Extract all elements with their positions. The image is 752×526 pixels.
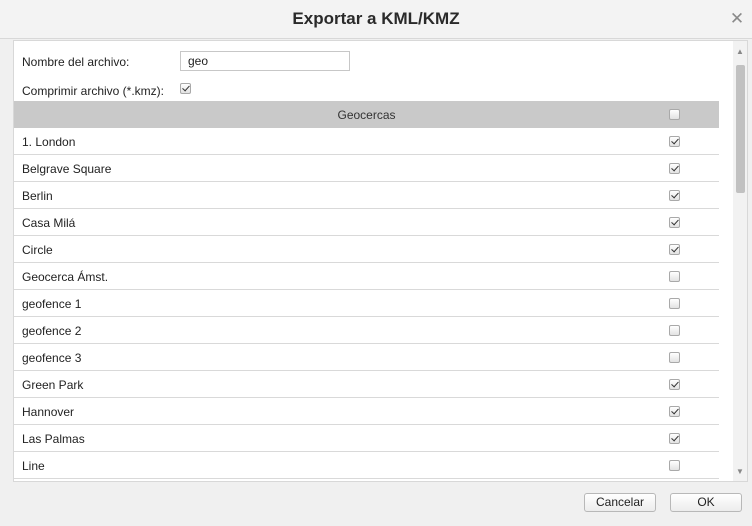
geofence-name: Casa Milá xyxy=(22,216,76,230)
table-row[interactable]: Berlin xyxy=(14,182,719,209)
geofence-name: Belgrave Square xyxy=(22,162,112,176)
dialog-titlebar: Exportar a KML/KMZ ✕ xyxy=(0,0,752,39)
table-row[interactable]: geofence 2 xyxy=(14,317,719,344)
dialog-content: Nombre del archivo: Comprimir archivo (*… xyxy=(13,40,748,482)
geofence-checkbox[interactable] xyxy=(669,163,680,174)
table-row[interactable]: Line xyxy=(14,452,719,479)
filename-label: Nombre del archivo: xyxy=(22,55,130,69)
geofence-checkbox[interactable] xyxy=(669,460,680,471)
table-row[interactable]: geofence 1 xyxy=(14,290,719,317)
geofence-name: Berlin xyxy=(22,189,53,203)
table-row[interactable]: geofence 3 xyxy=(14,344,719,371)
filename-input[interactable] xyxy=(180,51,350,71)
table-row[interactable]: Casa Milá xyxy=(14,209,719,236)
geofence-checkbox[interactable] xyxy=(669,325,680,336)
close-icon[interactable]: ✕ xyxy=(728,10,746,28)
geofence-checkbox[interactable] xyxy=(669,433,680,444)
cancel-button[interactable]: Cancelar xyxy=(584,493,656,512)
geofence-name: 1. London xyxy=(22,135,76,149)
table-row[interactable]: Geocerca Ámst. xyxy=(14,263,719,290)
table-row[interactable]: Green Park xyxy=(14,371,719,398)
ok-button[interactable]: OK xyxy=(670,493,742,512)
geofence-name: geofence 2 xyxy=(22,324,82,338)
compress-label: Comprimir archivo (*.kmz): xyxy=(22,84,165,98)
geofence-checkbox[interactable] xyxy=(669,190,680,201)
scrollbar-thumb[interactable] xyxy=(736,65,745,193)
geofence-checkbox[interactable] xyxy=(669,379,680,390)
geofence-name: Green Park xyxy=(22,378,84,392)
select-all-checkbox[interactable] xyxy=(669,109,680,120)
compress-checkbox[interactable] xyxy=(180,83,191,94)
table-row[interactable]: Hannover xyxy=(14,398,719,425)
dialog-title: Exportar a KML/KMZ xyxy=(292,9,460,28)
geofences-column-header: Geocercas xyxy=(337,108,396,122)
geofence-name: Hannover xyxy=(22,405,75,419)
scroll-down-icon[interactable]: ▼ xyxy=(733,465,747,479)
vertical-scrollbar[interactable]: ▲ ▼ xyxy=(733,41,747,481)
table-row[interactable]: Las Palmas xyxy=(14,425,719,452)
scroll-up-icon[interactable]: ▲ xyxy=(733,45,747,59)
geofences-table: Geocercas 1. London Belgrave Square Berlin… xyxy=(14,101,719,479)
geofence-checkbox[interactable] xyxy=(669,271,680,282)
table-header: Geocercas xyxy=(14,101,719,128)
geofence-checkbox[interactable] xyxy=(669,406,680,417)
table-row[interactable]: Circle xyxy=(14,236,719,263)
geofence-checkbox[interactable] xyxy=(669,136,680,147)
geofence-checkbox[interactable] xyxy=(669,352,680,363)
table-row[interactable]: Belgrave Square xyxy=(14,155,719,182)
geofence-name: Circle xyxy=(22,243,53,257)
geofence-name: Geocerca Ámst. xyxy=(22,270,109,284)
geofence-name: Las Palmas xyxy=(22,432,85,446)
geofence-name: Line xyxy=(22,459,45,473)
table-row[interactable]: 1. London xyxy=(14,128,719,155)
geofence-checkbox[interactable] xyxy=(669,244,680,255)
geofence-checkbox[interactable] xyxy=(669,298,680,309)
geofence-name: geofence 3 xyxy=(22,351,82,365)
geofence-name: geofence 1 xyxy=(22,297,82,311)
geofence-checkbox[interactable] xyxy=(669,217,680,228)
